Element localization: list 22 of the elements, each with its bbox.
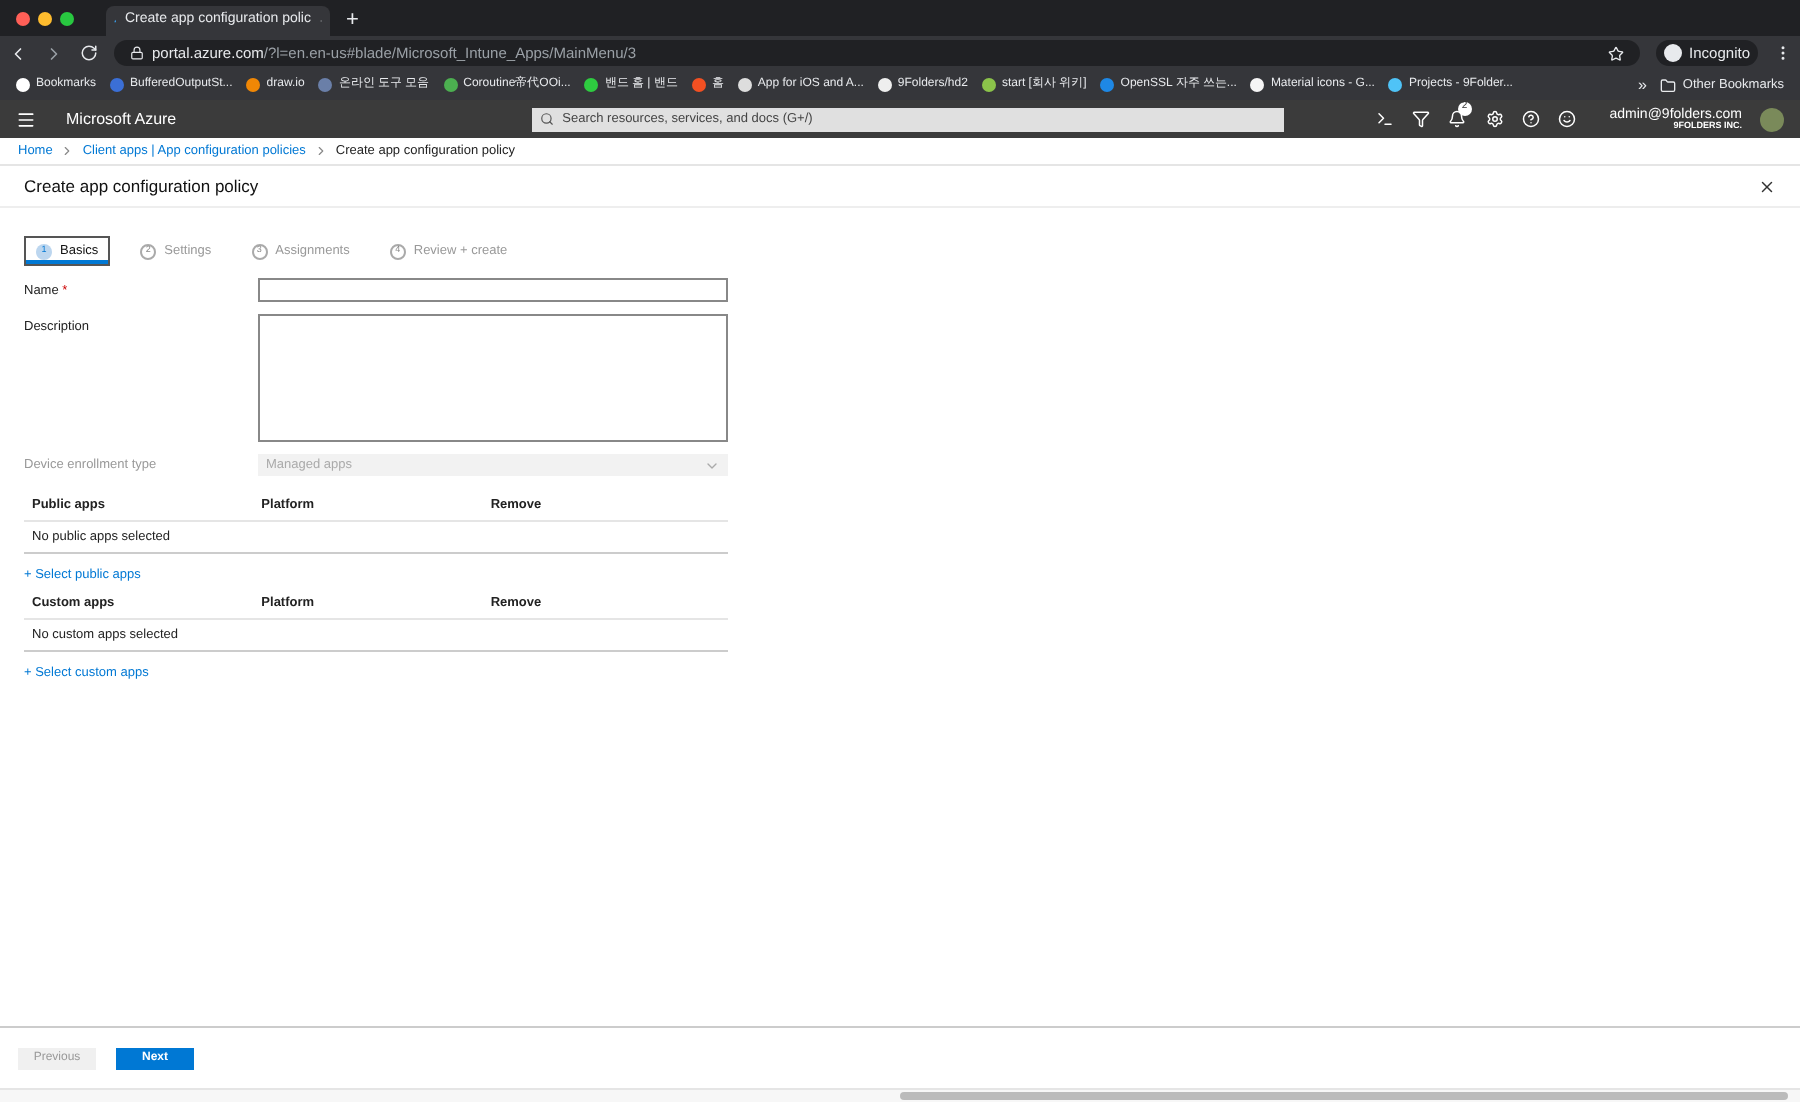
scrollbar-thumb[interactable] xyxy=(900,1092,1788,1100)
reload-icon[interactable] xyxy=(80,44,98,62)
more-bookmarks-button[interactable]: » xyxy=(1637,73,1647,97)
help-icon[interactable] xyxy=(1521,110,1540,128)
brand-name[interactable]: Microsoft Azure xyxy=(66,107,177,131)
chevron-icon xyxy=(313,144,328,158)
description-field[interactable] xyxy=(258,314,728,442)
bell-icon xyxy=(1447,109,1466,127)
feedback-icon[interactable] xyxy=(1557,110,1576,128)
menu-icon[interactable] xyxy=(16,109,36,129)
lock-icon xyxy=(130,46,144,60)
chevron-icon xyxy=(60,144,75,158)
terminal-icon[interactable] xyxy=(1375,110,1394,128)
filter-icon[interactable] xyxy=(1411,110,1430,128)
settings-icon[interactable] xyxy=(1485,110,1504,128)
new-tab-button[interactable]: + xyxy=(346,4,359,36)
name-field[interactable] xyxy=(258,278,728,302)
avatar-icon[interactable] xyxy=(1760,107,1784,131)
page-title: Create app configuration policy xyxy=(24,173,259,199)
search-icon xyxy=(540,112,555,126)
star-icon[interactable] xyxy=(1607,45,1624,61)
folder-icon xyxy=(1660,77,1677,93)
